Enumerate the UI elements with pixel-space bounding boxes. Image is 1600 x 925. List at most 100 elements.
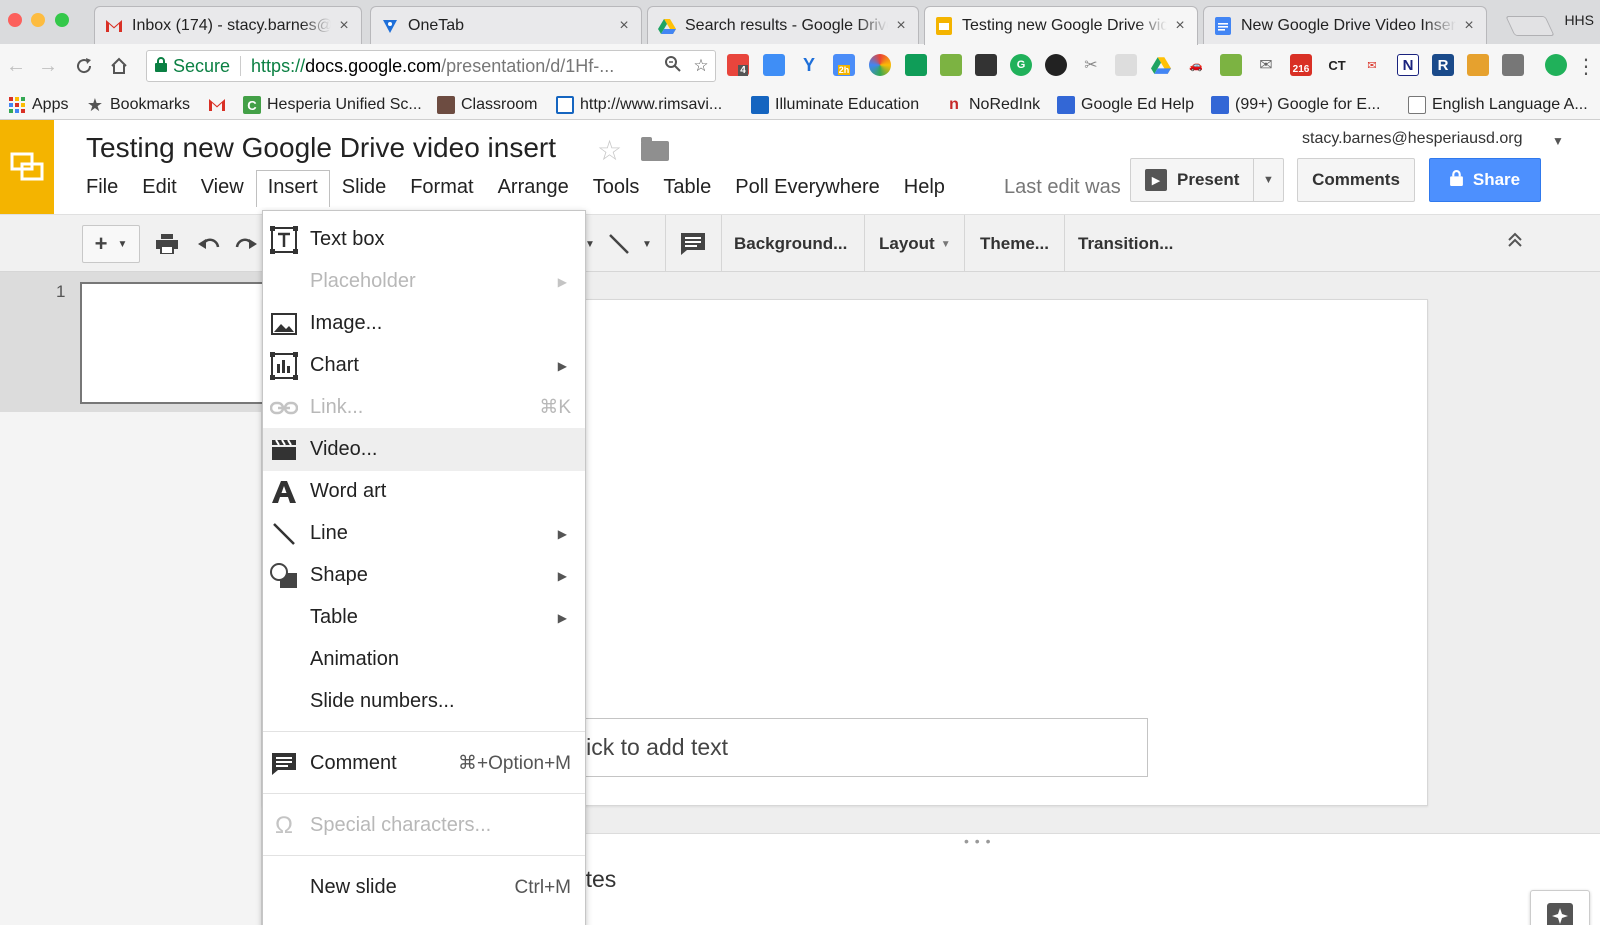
- google-slides-logo-icon[interactable]: [0, 120, 54, 214]
- classroom-extension-icon[interactable]: [905, 54, 927, 76]
- mail-count-extension-icon[interactable]: 216: [1290, 54, 1312, 76]
- menu-tools[interactable]: Tools: [581, 170, 652, 206]
- bookmark-gmail[interactable]: [208, 94, 232, 116]
- present-options-chevron-down-icon[interactable]: ▼: [1253, 159, 1283, 201]
- bookmark-bookmarks[interactable]: ★ Bookmarks: [86, 94, 190, 116]
- drive-extension-icon[interactable]: [1150, 54, 1172, 76]
- menu-insert[interactable]: Insert: [255, 170, 330, 207]
- minimize-window-button[interactable]: [31, 13, 45, 27]
- share-button[interactable]: Share: [1429, 158, 1541, 202]
- ct-extension-icon[interactable]: CT: [1326, 54, 1348, 76]
- bookmark-hesperia[interactable]: C Hesperia Unified Sc...: [243, 94, 422, 116]
- menu-file[interactable]: File: [74, 170, 130, 206]
- close-tab-icon[interactable]: ×: [894, 17, 908, 35]
- close-tab-icon[interactable]: ×: [337, 17, 351, 35]
- mail-extension-icon[interactable]: ✉: [1361, 54, 1383, 76]
- bookmark-classroom[interactable]: Classroom: [437, 94, 537, 116]
- close-window-button[interactable]: [8, 13, 22, 27]
- menu-arrange[interactable]: Arrange: [486, 170, 581, 206]
- transition-button[interactable]: Transition...: [1078, 225, 1173, 263]
- bookmark-english-language[interactable]: English Language A...: [1408, 94, 1588, 116]
- account-email[interactable]: stacy.barnes@hesperiausd.org: [1302, 130, 1523, 148]
- bookmark-illuminate[interactable]: Illuminate Education: [751, 94, 919, 116]
- color-picker-extension-icon[interactable]: [869, 54, 891, 76]
- menu-slide[interactable]: Slide: [330, 170, 398, 206]
- browser-tab-docs[interactable]: New Google Drive Video Inser ×: [1203, 6, 1487, 44]
- theme-button[interactable]: Theme...: [980, 225, 1049, 263]
- present-button[interactable]: ▶ Present ▼: [1130, 158, 1284, 202]
- menu-item-word-art[interactable]: Word art: [263, 470, 585, 513]
- hangouts-extension-icon[interactable]: [1545, 54, 1567, 76]
- collapse-toolbar-icon[interactable]: [1506, 231, 1524, 254]
- address-bar[interactable]: Secure https://docs.google.com/presentat…: [146, 50, 716, 82]
- profile-label[interactable]: HHS: [1564, 12, 1594, 28]
- slide-thumbnail[interactable]: [80, 282, 280, 404]
- menu-item-image[interactable]: Image...: [263, 302, 585, 345]
- menu-item-line[interactable]: Line ▶: [263, 512, 585, 555]
- film-extension-icon[interactable]: [975, 54, 997, 76]
- menu-item-table[interactable]: Table ▶: [263, 596, 585, 639]
- new-tab-button[interactable]: [1505, 16, 1555, 36]
- bookmark-apps[interactable]: Apps: [8, 94, 68, 116]
- menu-item-shape[interactable]: Shape ▶: [263, 554, 585, 597]
- folder-icon[interactable]: [641, 137, 669, 161]
- menu-item-new-slide[interactable]: New slide Ctrl+M: [263, 866, 585, 909]
- print-icon[interactable]: [152, 225, 182, 263]
- pocket-extension-icon[interactable]: [1502, 54, 1524, 76]
- menu-item-slide-numbers[interactable]: Slide numbers...: [263, 680, 585, 723]
- read-extension-icon[interactable]: [1115, 54, 1137, 76]
- text-placeholder[interactable]: lick to add text: [560, 718, 1148, 777]
- forward-arrow-icon[interactable]: →: [36, 54, 60, 78]
- close-tab-icon[interactable]: ×: [617, 17, 631, 35]
- redo-icon[interactable]: [234, 225, 258, 263]
- menu-item-link[interactable]: Link... ⌘K: [263, 386, 585, 429]
- back-arrow-icon[interactable]: ←: [4, 54, 28, 78]
- star-document-icon[interactable]: ☆: [597, 134, 622, 167]
- undo-icon[interactable]: [194, 225, 224, 263]
- timer-extension-icon[interactable]: 2h: [833, 54, 855, 76]
- envelope-extension-icon[interactable]: ✉: [1255, 54, 1277, 76]
- onetab-extension-icon[interactable]: Y: [798, 54, 820, 76]
- n-extension-icon[interactable]: N: [1397, 54, 1419, 76]
- car-extension-icon[interactable]: 🚗: [1185, 54, 1207, 76]
- explore-button[interactable]: [1530, 890, 1590, 925]
- bookmark-rimsavi[interactable]: http://www.rimsavi...: [556, 94, 722, 116]
- menu-help[interactable]: Help: [892, 170, 957, 206]
- chrome-menu-icon[interactable]: ⋮: [1574, 54, 1598, 78]
- menu-item-placeholder[interactable]: Placeholder ▶: [263, 260, 585, 303]
- notes-resize-handle-icon[interactable]: • • •: [964, 833, 991, 849]
- chevron-down-icon[interactable]: ▼: [640, 225, 654, 263]
- keep-extension-icon[interactable]: [1220, 54, 1242, 76]
- comments-button[interactable]: Comments: [1297, 158, 1415, 202]
- menu-item-chart[interactable]: Chart ▶: [263, 344, 585, 387]
- line-tool-icon[interactable]: [606, 225, 632, 263]
- menu-item-special-characters[interactable]: Ω Special characters...: [263, 804, 585, 847]
- maximize-window-button[interactable]: [55, 13, 69, 27]
- grammarly-icon[interactable]: G: [1010, 54, 1032, 76]
- reload-icon[interactable]: [72, 54, 96, 78]
- share-extension-icon[interactable]: [763, 54, 785, 76]
- background-button[interactable]: Background...: [734, 225, 847, 263]
- comment-icon[interactable]: [678, 225, 708, 263]
- document-title[interactable]: Testing new Google Drive video insert: [86, 132, 556, 164]
- menu-item-video[interactable]: Video...: [263, 428, 585, 471]
- bookmark-google-for-ed[interactable]: (99+) Google for E...: [1211, 94, 1380, 116]
- bag-extension-icon[interactable]: [1467, 54, 1489, 76]
- bookmark-google-ed-help[interactable]: Google Ed Help: [1057, 94, 1194, 116]
- menu-item-text-box[interactable]: Text box: [263, 218, 585, 261]
- r-extension-icon[interactable]: R: [1432, 54, 1454, 76]
- bookmark-star-icon[interactable]: ☆: [687, 56, 715, 76]
- menu-format[interactable]: Format: [398, 170, 485, 206]
- screencast-extension-icon[interactable]: [1045, 54, 1067, 76]
- browser-tab-slides-active[interactable]: Testing new Google Drive vide ×: [924, 6, 1198, 45]
- layout-button[interactable]: Layout ▼: [879, 225, 951, 263]
- zoom-icon[interactable]: [659, 55, 687, 78]
- browser-tab-onetab[interactable]: OneTab ×: [370, 6, 642, 44]
- browser-tab-drive-search[interactable]: Search results - Google Drive ×: [647, 6, 919, 44]
- menu-item-comment[interactable]: Comment ⌘+Option+M: [263, 742, 585, 785]
- clip-extension-icon[interactable]: [940, 54, 962, 76]
- menu-edit[interactable]: Edit: [130, 170, 188, 206]
- calendar-extension-icon[interactable]: 4: [727, 54, 749, 76]
- menu-view[interactable]: View: [189, 170, 256, 206]
- browser-tab-gmail[interactable]: Inbox (174) - stacy.barnes@h ×: [94, 6, 362, 44]
